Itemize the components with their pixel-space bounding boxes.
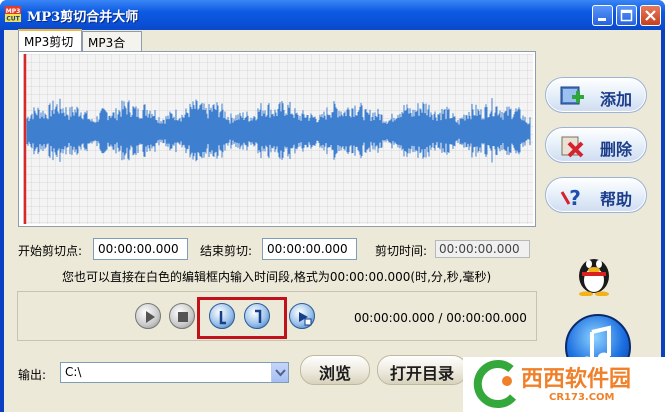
watermark-logo-icon [473,360,517,408]
highlight-box [197,297,287,339]
time-format-hint: 您也可以直接在白色的编辑框内输入时间段,格式为00:00:00.000(时,分,… [62,270,492,284]
help-button[interactable]: ? 帮助 [545,177,647,213]
delete-button-label: 删除 [600,140,633,159]
watermark: 西西软件园 CR173.COM [463,357,665,412]
output-path-select[interactable]: C:\ [60,362,289,383]
svg-text:CUT: CUT [6,16,20,23]
svg-text:MP3: MP3 [6,8,21,15]
cut-play-button[interactable] [289,303,315,329]
app-logo-icon: MP3 CUT [5,6,21,23]
cut-play-icon [299,312,312,326]
output-label: 输出: [18,368,47,382]
start-cut-input[interactable]: 00:00:00.000 [93,238,188,260]
minimize-button[interactable] [592,5,613,26]
maximize-button[interactable] [616,5,637,26]
app-window: MP3 CUT MP3剪切合并大师 MP3剪切 MP3合并 [0,0,665,412]
help-icon: ? [560,186,581,208]
cut-duration-value: 00:00:00.000 [435,240,530,258]
watermark-name: 西西软件园 [521,367,632,392]
delete-button[interactable]: 删除 [545,127,647,163]
title-bar[interactable]: MP3 CUT MP3剪切合并大师 [0,0,665,30]
add-button[interactable]: 添加 [545,77,647,113]
watermark-url: CR173.COM [549,392,615,403]
window-title: MP3剪切合并大师 [27,10,139,25]
cut-duration-label: 剪切时间: [375,244,428,258]
stop-button[interactable] [169,303,195,329]
close-button[interactable] [640,5,661,26]
player-time-display: 00:00:00.000 / 00:00:00.000 [354,311,527,325]
client-area: MP3剪切 MP3合并 添加 [4,29,661,412]
play-icon [146,311,155,323]
stop-icon [178,312,188,322]
help-button-label: 帮助 [600,190,633,209]
tab-mp3-merge[interactable]: MP3合并 [82,31,142,67]
browse-button[interactable]: 浏览 [300,355,370,385]
chevron-down-icon [275,369,286,377]
add-button-label: 添加 [600,90,633,109]
open-directory-button[interactable]: 打开目录 [377,355,467,385]
svg-text:?: ? [569,186,581,208]
end-cut-label: 结束剪切: [200,244,253,258]
tab-mp3-cut[interactable]: MP3剪切 [18,29,82,52]
qq-penguin-icon[interactable] [574,248,614,297]
delete-icon [561,136,584,158]
dropdown-arrow[interactable] [271,363,288,382]
add-music-icon [560,86,584,105]
output-path-value: C:\ [65,365,82,379]
end-cut-input[interactable]: 00:00:00.000 [262,238,357,260]
waveform-view[interactable] [23,54,533,224]
play-button[interactable] [135,303,161,329]
waveform-panel[interactable] [18,51,536,227]
start-cut-label: 开始剪切点: [18,244,83,258]
